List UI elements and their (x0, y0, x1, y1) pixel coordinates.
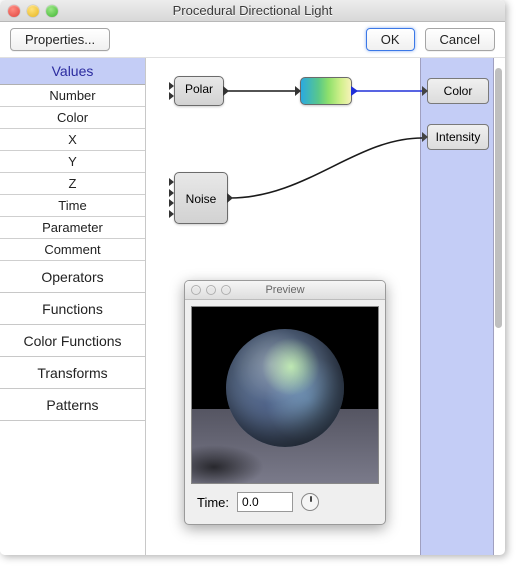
node-gradient[interactable] (300, 77, 352, 105)
sidebar-item-number[interactable]: Number (0, 85, 145, 107)
preview-titlebar[interactable]: Preview (185, 281, 385, 300)
time-field[interactable] (237, 492, 293, 512)
preview-sphere (226, 329, 344, 447)
minimize-icon[interactable] (27, 5, 39, 17)
node-polar[interactable]: Polar (174, 76, 224, 106)
cancel-button[interactable]: Cancel (425, 28, 495, 51)
window-traffic-lights[interactable] (0, 5, 58, 17)
output-color-label: Color (444, 84, 473, 98)
sidebar-group-values[interactable]: Values (0, 58, 145, 85)
time-dial[interactable] (301, 493, 319, 511)
sidebar-item-z[interactable]: Z (0, 173, 145, 195)
node-noise[interactable]: Noise (174, 172, 228, 224)
sidebar-item-comment[interactable]: Comment (0, 239, 145, 261)
sidebar-group-transforms[interactable]: Transforms (0, 357, 145, 389)
ok-button[interactable]: OK (366, 28, 415, 51)
window-title: Procedural Directional Light (0, 3, 505, 18)
sidebar-item-color[interactable]: Color (0, 107, 145, 129)
sidebar-item-time[interactable]: Time (0, 195, 145, 217)
sidebar-group-operators[interactable]: Operators (0, 261, 145, 293)
port-in-icon (422, 132, 428, 142)
node-polar-label: Polar (175, 77, 223, 101)
sidebar-item-parameter[interactable]: Parameter (0, 217, 145, 239)
port-in-icon (422, 86, 428, 96)
properties-button[interactable]: Properties... (10, 28, 110, 51)
port-out-icon (227, 193, 233, 203)
toolbar: Properties... OK Cancel (0, 22, 505, 58)
time-label: Time: (197, 495, 229, 510)
sidebar-item-x[interactable]: X (0, 129, 145, 151)
sidebar: Values Number Color X Y Z Time Parameter… (0, 58, 146, 555)
output-intensity-label: Intensity (436, 130, 481, 144)
port-out-icon (223, 86, 229, 96)
output-panel: Color Intensity (420, 58, 494, 555)
port-in-icon (295, 86, 301, 96)
window-titlebar: Procedural Directional Light (0, 0, 505, 22)
node-noise-label: Noise (175, 173, 227, 225)
preview-render (191, 306, 379, 484)
scrollbar[interactable] (495, 68, 502, 328)
zoom-icon[interactable] (46, 5, 58, 17)
port-out-icon (351, 86, 358, 96)
sidebar-group-color-functions[interactable]: Color Functions (0, 325, 145, 357)
preview-window[interactable]: Preview Time: (184, 280, 386, 525)
sidebar-item-y[interactable]: Y (0, 151, 145, 173)
output-color[interactable]: Color (427, 78, 489, 104)
close-icon[interactable] (8, 5, 20, 17)
output-intensity[interactable]: Intensity (427, 124, 489, 150)
sidebar-group-patterns[interactable]: Patterns (0, 389, 145, 421)
preview-title: Preview (185, 284, 385, 296)
sidebar-group-functions[interactable]: Functions (0, 293, 145, 325)
